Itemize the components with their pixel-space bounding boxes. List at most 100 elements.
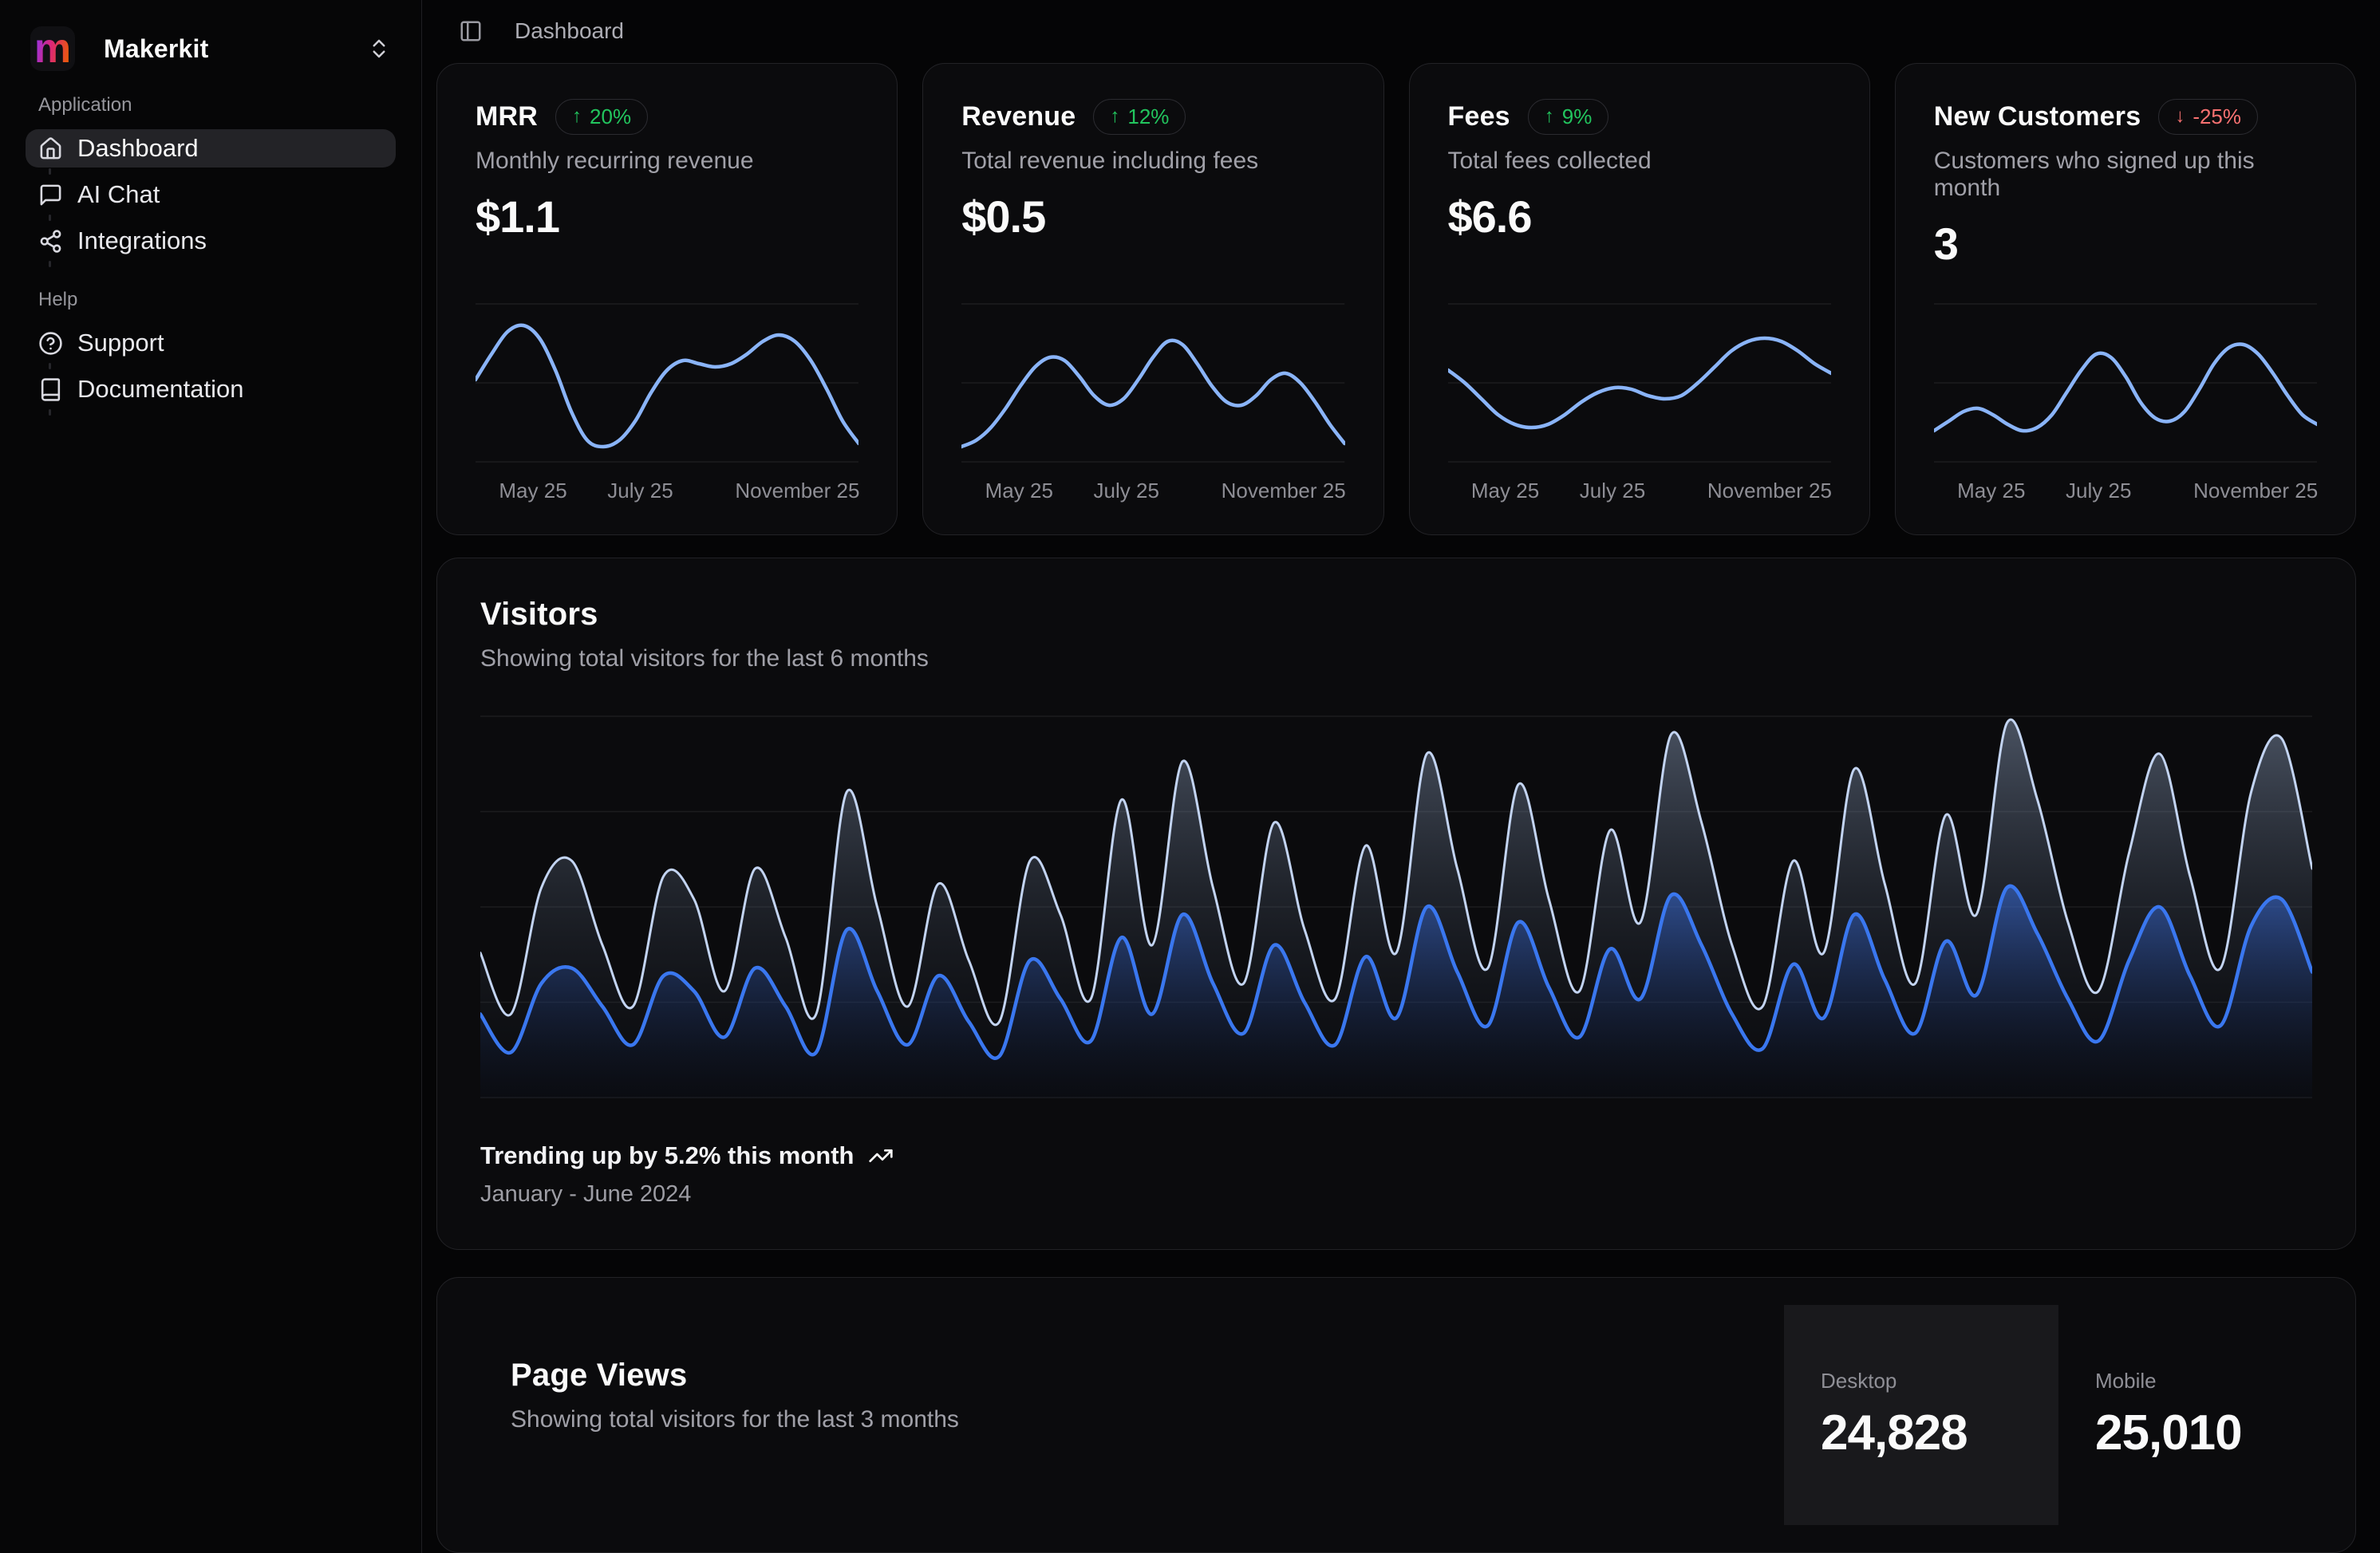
home-icon [38,136,63,161]
x-tick: November 25 [735,479,859,503]
sparkline-wrap: May 25 July 25 November 25 [1448,303,1831,506]
sidebar-section-application-label: Application [26,94,396,116]
x-tick: May 25 [1471,479,1539,503]
page-views-subtitle: Showing total visitors for the last 3 mo… [511,1406,1784,1433]
panel-left-icon [459,19,483,43]
breadcrumb: Dashboard [515,18,624,44]
desktop-toggle-button[interactable]: Desktop 24,828 [1784,1305,2058,1525]
stat-title: New Customers [1934,101,2141,132]
sidebar-item-label: Documentation [77,375,244,404]
x-tick: May 25 [499,479,566,503]
sidebar-item-label: Dashboard [77,134,199,163]
share-icon [38,229,63,254]
sidebar-item-ai-chat[interactable]: AI Chat [26,175,396,214]
x-axis-labels: May 25 July 25 November 25 [1934,479,2317,506]
stat-value: 3 [1934,218,2317,270]
revenue-sparkline-chart [961,303,1344,463]
x-tick: July 25 [2066,479,2131,503]
stat-card-fees: Fees ↑ 9% Total fees collected $6.6 May … [1409,63,1870,535]
x-tick: November 25 [1707,479,1832,503]
badge-value: 12% [1127,105,1169,128]
workspace-switcher[interactable]: m Makerkit [0,18,421,80]
sidebar-nav: Application Dashboard AI Chat Integratio… [0,80,421,416]
toggle-label: Desktop [1821,1369,2058,1393]
page-views-toggles: Desktop 24,828 Mobile 25,010 [1784,1305,2333,1552]
badge-value: -25% [2193,105,2241,128]
x-tick: May 25 [985,479,1053,503]
fees-sparkline-chart [1448,303,1831,463]
stat-cards-row: MRR ↑ 20% Monthly recurring revenue $1.1… [436,63,2356,535]
sidebar-item-integrations[interactable]: Integrations [26,222,396,260]
stat-card-mrr: MRR ↑ 20% Monthly recurring revenue $1.1… [436,63,898,535]
stat-title: MRR [476,101,538,132]
brand-logo-letter: m [34,30,71,68]
sidebar-section-help-label: Help [26,289,396,311]
page-views-header: Page Views Showing total visitors for th… [437,1278,1784,1552]
arrow-up-icon: ↑ [1110,106,1119,127]
visitors-trend-text: Trending up by 5.2% this month [480,1141,854,1170]
page-views-title: Page Views [511,1358,1784,1393]
sidebar-item-support[interactable]: Support [26,324,396,362]
trend-badge: ↑ 20% [555,99,648,135]
stat-card-revenue: Revenue ↑ 12% Total revenue including fe… [922,63,1383,535]
brand-logo: m [30,26,75,71]
x-tick: November 25 [1222,479,1346,503]
trending-up-icon [868,1143,894,1169]
x-tick: July 25 [1094,479,1159,503]
sidebar-item-dashboard[interactable]: Dashboard [26,129,396,168]
x-tick: July 25 [1580,479,1645,503]
x-axis-labels: May 25 July 25 November 25 [476,479,858,506]
stat-value: $0.5 [961,191,1344,242]
x-axis-labels: May 25 July 25 November 25 [1448,479,1831,506]
help-icon [38,331,63,356]
sparkline-wrap: May 25 July 25 November 25 [476,303,858,506]
sidebar-item-label: Support [77,329,164,357]
trend-badge: ↑ 12% [1093,99,1186,135]
toggle-label: Mobile [2095,1369,2333,1393]
brand-name: Makerkit [104,34,208,64]
stat-value: $1.1 [476,191,858,242]
page-views-card: Page Views Showing total visitors for th… [436,1277,2356,1553]
main-content: Dashboard MRR ↑ 20% Monthly recurring re… [422,0,2380,1553]
sidebar-item-documentation[interactable]: Documentation [26,370,396,408]
visitors-date-range: January - June 2024 [480,1181,2312,1208]
badge-value: 9% [1562,105,1593,128]
visitors-area-chart [480,715,2312,1098]
stat-description: Total revenue including fees [961,148,1344,175]
x-tick: July 25 [607,479,673,503]
stat-card-new-customers: New Customers ↓ -25% Customers who signe… [1895,63,2356,535]
stat-value: $6.6 [1448,191,1831,242]
x-tick: November 25 [2193,479,2318,503]
sidebar-toggle-button[interactable] [459,19,483,43]
stat-title: Fees [1448,101,1510,132]
stat-description: Customers who signed up this month [1934,148,2317,202]
visitors-subtitle: Showing total visitors for the last 6 mo… [480,645,2312,672]
sidebar-item-label: AI Chat [77,180,160,209]
topbar: Dashboard [436,0,2356,63]
arrow-down-icon: ↓ [2175,106,2185,127]
trend-badge: ↓ -25% [2158,99,2258,135]
customers-sparkline-chart [1934,303,2317,463]
x-tick: May 25 [1957,479,2025,503]
toggle-value: 25,010 [2095,1405,2333,1461]
sidebar: m Makerkit Application Dashboard AI Chat… [0,0,422,1553]
sparkline-wrap: May 25 July 25 November 25 [961,303,1344,506]
book-icon [38,377,63,402]
chevrons-up-down-icon [367,37,391,61]
mrr-sparkline-chart [476,303,858,463]
trend-badge: ↑ 9% [1528,99,1609,135]
stat-description: Monthly recurring revenue [476,148,858,175]
mobile-toggle-button[interactable]: Mobile 25,010 [2058,1305,2333,1525]
sidebar-item-label: Integrations [77,227,207,255]
toggle-value: 24,828 [1821,1405,2058,1461]
visitors-title: Visitors [480,597,2312,633]
visitors-card: Visitors Showing total visitors for the … [436,558,2356,1250]
stat-title: Revenue [961,101,1076,132]
arrow-up-icon: ↑ [1545,106,1554,127]
arrow-up-icon: ↑ [572,106,582,127]
chat-icon [38,183,63,207]
visitors-footer: Trending up by 5.2% this month January -… [480,1141,2312,1208]
badge-value: 20% [590,105,631,128]
x-axis-labels: May 25 July 25 November 25 [961,479,1344,506]
sparkline-wrap: May 25 July 25 November 25 [1934,303,2317,506]
